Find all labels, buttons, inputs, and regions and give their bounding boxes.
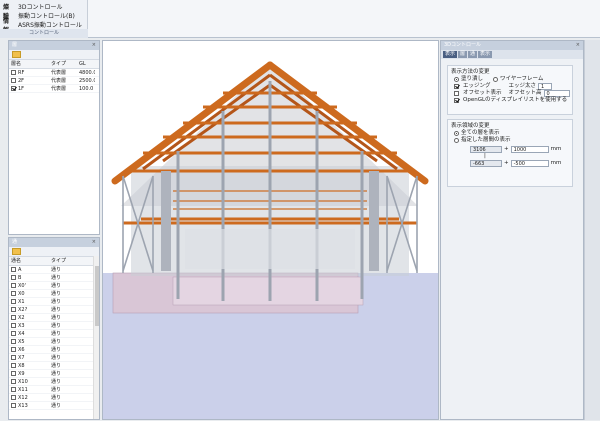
grid-checkbox[interactable] [11, 331, 16, 336]
grid-row[interactable]: X9 通り [9, 370, 99, 378]
building-3d-model[interactable] [103, 41, 438, 419]
grid-checkbox[interactable] [11, 347, 16, 352]
grid-row[interactable]: X1 通り [9, 298, 99, 306]
grid-row[interactable]: X10 通り [9, 378, 99, 386]
display-method-group: 表示方法の変更 塗り潰し ワイヤーフレーム エッジング エッジ太さ 1 オフセッ… [447, 65, 573, 115]
grid-row[interactable]: X6 通り [9, 346, 99, 354]
layer-row[interactable]: RF 代表層 4800.0 [9, 69, 99, 77]
layer-toolbar [9, 50, 99, 60]
3d-control-panel: 3Dコントロール × 表示 層 通 表示 表示方法の変更 塗り潰し ワイヤーフレ… [440, 40, 584, 420]
layer-checkbox[interactable] [11, 78, 16, 83]
right-scrollbar[interactable] [584, 40, 600, 420]
grid-row[interactable]: X8 通り [9, 362, 99, 370]
ribbon: 燦 3Dコントロール 驗 振動コントロール(B) 情報 ASRS振動コントロール… [0, 0, 600, 38]
tab-grid[interactable]: 通 [468, 51, 478, 58]
upper-offset-input[interactable]: 1000 [510, 146, 549, 153]
grid-row[interactable]: X12 通り [9, 394, 99, 402]
grid-scrollbar[interactable] [93, 256, 99, 419]
opengl-checkbox[interactable] [454, 98, 459, 103]
grid-checkbox[interactable] [11, 275, 16, 280]
upper-layer-select[interactable]: 3106 [470, 146, 502, 153]
edge-width-input[interactable]: 1 [538, 83, 553, 90]
grid-checkbox[interactable] [11, 299, 16, 304]
grid-checkbox[interactable] [11, 291, 16, 296]
ribbon-vibration-control-button[interactable]: 驗 振動コントロール(B) [3, 11, 75, 20]
close-icon[interactable]: × [92, 41, 96, 50]
grid-row[interactable]: X7 通り [9, 354, 99, 362]
grid-column-header: 通名 タイプ [9, 257, 99, 266]
fill-radio[interactable] [454, 77, 459, 82]
grid-row[interactable]: X5 通り [9, 338, 99, 346]
layer-panel: 層 × 層名 タイプ GL RF 代表層 4800.0 2F 代表層 2500.… [8, 40, 100, 235]
layer-panel-header: 層 × [9, 41, 99, 50]
show-all-layers-radio[interactable] [454, 131, 459, 136]
grid-row[interactable]: X3 通り [9, 322, 99, 330]
grid-checkbox[interactable] [11, 371, 16, 376]
grid-checkbox[interactable] [11, 267, 16, 272]
grid-checkbox[interactable] [11, 315, 16, 320]
3d-viewport[interactable] [102, 40, 439, 420]
layer-row[interactable]: 1F 代表層 100.0 [9, 85, 99, 93]
grid-toolbar [9, 247, 99, 257]
specified-layers-radio[interactable] [454, 138, 459, 143]
grid-list: A 通り B 通り X0' 通り X0 通り X1 通り X2? 通り X2 通り X3 通り X4 通り X5 通り… [9, 266, 99, 410]
grid-checkbox[interactable] [11, 355, 16, 360]
layer-checkbox[interactable] [11, 86, 16, 91]
grid-checkbox[interactable] [11, 307, 16, 312]
display-range-group: 表示領域の変更 全ての層を表示 指定した層間の表示 3106 + 1000 mm… [447, 119, 573, 187]
grid-panel: 通 × 通名 タイプ A 通り B 通り X0' 通り X0 通り X1 通り X2? 通り X2 通り X… [8, 237, 100, 420]
offset-height-input[interactable]: 0 [543, 90, 570, 97]
ribbon-group-control: 燦 3Dコントロール 驗 振動コントロール(B) 情報 ASRS振動コントロール… [0, 0, 88, 38]
close-icon[interactable]: × [92, 238, 96, 247]
wireframe-radio[interactable] [493, 77, 499, 82]
grid-checkbox[interactable] [11, 339, 16, 344]
grid-row[interactable]: X2? 通り [9, 306, 99, 314]
tab-layer[interactable]: 層 [458, 51, 468, 58]
grid-checkbox[interactable] [11, 323, 16, 328]
3d-control-icon: 燦 [3, 4, 10, 11]
grid-row[interactable]: X11 通り [9, 386, 99, 394]
offset-checkbox[interactable] [454, 91, 459, 96]
lower-offset-input[interactable]: -500 [510, 160, 549, 167]
edging-checkbox[interactable] [454, 84, 459, 89]
grid-checkbox[interactable] [11, 379, 16, 384]
grid-row[interactable]: B 通り [9, 274, 99, 282]
layer-column-header: 層名 タイプ GL [9, 60, 99, 69]
folder-icon[interactable] [12, 51, 21, 58]
grid-row[interactable]: X0 通り [9, 290, 99, 298]
grid-row[interactable]: A 通り [9, 266, 99, 274]
grid-row[interactable]: X13 通り [9, 402, 99, 410]
tab-view[interactable]: 表示 [478, 51, 493, 58]
scroll-thumb[interactable] [95, 266, 99, 326]
ribbon-asrs-control-button[interactable]: 情報 ASRS振動コントロール [3, 18, 82, 34]
grid-row[interactable]: X2 通り [9, 314, 99, 322]
grid-checkbox[interactable] [11, 283, 16, 288]
folder-icon[interactable] [12, 248, 21, 255]
tab-display[interactable]: 表示 [443, 51, 458, 58]
grid-checkbox[interactable] [11, 387, 16, 392]
layer-row[interactable]: 2F 代表層 2500.0 [9, 77, 99, 85]
lower-layer-select[interactable]: -663 [470, 160, 502, 167]
grid-row[interactable]: X4 通り [9, 330, 99, 338]
control-tabs: 表示 層 通 表示 [441, 50, 583, 59]
layer-checkbox[interactable] [11, 70, 16, 75]
grid-row[interactable]: X0' 通り [9, 282, 99, 290]
grid-checkbox[interactable] [11, 395, 16, 400]
grid-panel-header: 通 × [9, 238, 99, 247]
ribbon-3d-control-button[interactable]: 燦 3Dコントロール [3, 2, 62, 11]
control-panel-header: 3Dコントロール × [441, 41, 583, 50]
grid-checkbox[interactable] [11, 403, 16, 408]
grid-checkbox[interactable] [11, 363, 16, 368]
ribbon-group-label: コントロール [0, 29, 88, 38]
close-icon[interactable]: × [576, 41, 580, 50]
